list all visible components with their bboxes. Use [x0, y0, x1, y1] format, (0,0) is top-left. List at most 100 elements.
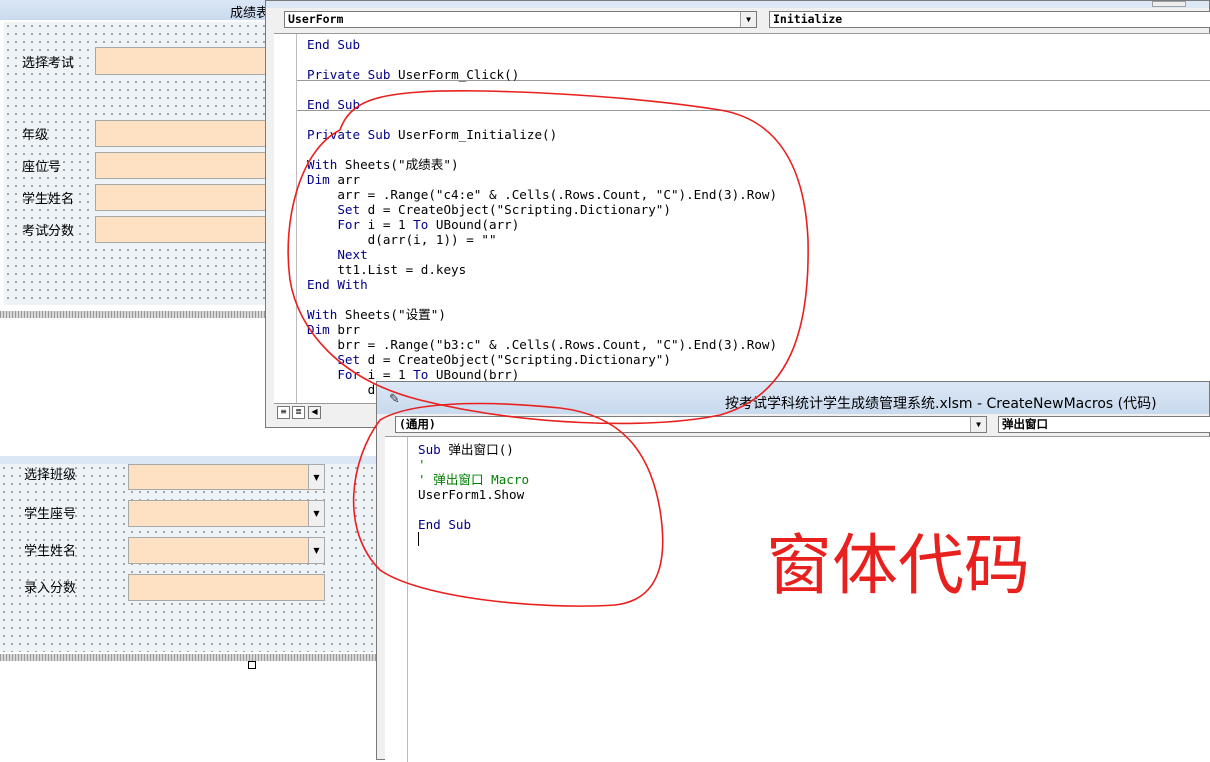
- userform-code-line: [307, 82, 777, 97]
- exam-score-textbox[interactable]: [95, 216, 270, 243]
- keyword-token: Set: [337, 202, 361, 217]
- annotation-text: 窗体代码: [766, 527, 1030, 604]
- keyword-token: To: [413, 217, 429, 232]
- userform-code-titlebar: [266, 1, 1209, 8]
- code-token: d(arr(i, 1)) = "": [307, 232, 497, 247]
- student-seat-label: 学生座号: [24, 507, 77, 522]
- userform-code-line: For i = 1 To UBound(arr): [307, 217, 777, 232]
- keyword-token: Set: [337, 352, 361, 367]
- code-token: d: [307, 382, 376, 397]
- procedure-view-icon[interactable]: ≡: [277, 406, 290, 419]
- keyword-token: For: [337, 367, 361, 382]
- userform-code-line: With Sheets("成绩表"): [307, 157, 777, 172]
- macro-code-line: End Sub: [418, 517, 529, 532]
- macro-code-line: [418, 502, 529, 517]
- userform-code-line: End Sub: [307, 97, 777, 112]
- userform-code-line: With Sheets("设置"): [307, 307, 777, 322]
- code-token: arr: [329, 172, 361, 187]
- student-name-label-2: 学生姓名: [24, 544, 77, 559]
- keyword-token: To: [413, 367, 429, 382]
- userform-code-line: End Sub: [307, 37, 777, 52]
- procedure-dropdown-macro[interactable]: 弹出窗口: [998, 416, 1210, 433]
- keyword-token: For: [337, 217, 361, 232]
- code-margin: [274, 34, 297, 404]
- select-class-combobox[interactable]: ▼: [128, 464, 325, 490]
- userform-code-line: Set d = CreateObject("Scripting.Dictiona…: [307, 352, 777, 367]
- scroll-left-icon[interactable]: ◀: [308, 406, 321, 419]
- seat-number-textbox[interactable]: [95, 152, 270, 179]
- userform-code-line: [307, 112, 777, 127]
- code-margin: [385, 437, 408, 762]
- code-token: Sheets("设置"): [337, 307, 446, 322]
- userform-code-line: Dim brr: [307, 322, 777, 337]
- code-token: i = 1: [360, 367, 414, 382]
- chevron-down-icon[interactable]: ▼: [740, 12, 756, 27]
- bottom-form-resize-handle[interactable]: [248, 661, 256, 669]
- code-token: i = 1: [360, 217, 414, 232]
- keyword-token: End Sub: [307, 97, 361, 112]
- userform-code-window: UserForm ▼ Initialize End Sub Private Su…: [265, 0, 1210, 428]
- userform-code-line: Private Sub UserForm_Initialize(): [307, 127, 777, 142]
- chevron-down-icon[interactable]: ▼: [308, 538, 324, 563]
- keyword-token: Sub: [418, 442, 441, 457]
- userform-code-text[interactable]: End Sub Private Sub UserForm_Click() End…: [307, 37, 777, 397]
- code-token: UserForm_Click(): [390, 67, 520, 82]
- userform-code-line: Set d = CreateObject("Scripting.Dictiona…: [307, 202, 777, 217]
- userform-code-line: [307, 292, 777, 307]
- keyword-token: End With: [307, 277, 368, 292]
- userform-code-line: Private Sub UserForm_Click(): [307, 67, 777, 82]
- chevron-down-icon[interactable]: ▼: [970, 417, 986, 432]
- procedure-dropdown-value: Initialize: [773, 12, 843, 26]
- grade-textbox[interactable]: [95, 120, 270, 147]
- macro-code-text[interactable]: Sub 弹出窗口() ' ' 弹出窗口 Macro UserForm1.Show En…: [418, 442, 529, 532]
- student-seat-combobox[interactable]: ▼: [128, 500, 325, 527]
- userform-code-line: [307, 142, 777, 157]
- procedure-dropdown-macro-value: 弹出窗口: [1002, 417, 1048, 431]
- enter-score-textbox[interactable]: [128, 574, 325, 601]
- select-class-label: 选择班级: [24, 468, 77, 483]
- object-dropdown-value: UserForm: [288, 12, 344, 26]
- student-name-combobox[interactable]: ▼: [128, 537, 325, 564]
- select-exam-combobox[interactable]: [95, 47, 270, 75]
- code-token: d = CreateObject("Scripting.Dictionary"): [360, 352, 671, 367]
- code-token: UserForm1.Show: [418, 487, 525, 502]
- userform-code-line: For i = 1 To UBound(brr): [307, 367, 777, 382]
- exam-score-label: 考试分数: [22, 224, 75, 239]
- student-name-textbox[interactable]: [95, 184, 270, 211]
- procedure-dropdown[interactable]: Initialize: [769, 11, 1210, 28]
- keyword-token: With: [307, 307, 338, 322]
- userform-code-line: Dim arr: [307, 172, 777, 187]
- macro-window-title: 按考试学科统计学生成绩管理系统.xlsm - CreateNewMacros (…: [725, 396, 1157, 412]
- bottom-form-resize-border[interactable]: [0, 654, 380, 661]
- userform-code-line: tt1.List = d.keys: [307, 262, 777, 277]
- userform-code-line: brr = .Range("b3:c" & .Cells(.Rows.Count…: [307, 337, 777, 352]
- top-userform: 成绩表 选择考试 年级 座位号 学生姓名 考试分数: [0, 0, 270, 318]
- keyword-token: End Sub: [307, 37, 361, 52]
- code-token: d = CreateObject("Scripting.Dictionary"): [360, 202, 671, 217]
- code-token: UBound(brr): [428, 367, 520, 382]
- top-form-resize-border[interactable]: [0, 311, 270, 318]
- code-token: UBound(arr): [428, 217, 520, 232]
- object-dropdown-general[interactable]: (通用) ▼: [395, 416, 987, 433]
- code-token: Sheets("成绩表"): [337, 157, 459, 172]
- keyword-token: With: [307, 157, 338, 172]
- object-dropdown-general-value: (通用): [399, 417, 436, 431]
- keyword-token: Private Sub: [307, 127, 391, 142]
- keyword-token: End Sub: [418, 517, 472, 532]
- chevron-down-icon[interactable]: ▼: [308, 501, 324, 526]
- code-editor[interactable]: End Sub Private Sub UserForm_Click() End…: [274, 33, 1210, 404]
- userform-code-line: Next: [307, 247, 777, 262]
- comment-token: ': [418, 457, 426, 472]
- keyword-token: Dim: [307, 322, 330, 337]
- chevron-down-icon[interactable]: ▼: [308, 465, 324, 489]
- code-token: 弹出窗口(): [440, 442, 514, 457]
- object-dropdown[interactable]: UserForm ▼: [284, 11, 757, 28]
- enter-score-label: 录入分数: [24, 581, 77, 596]
- student-name-label: 学生姓名: [22, 192, 75, 207]
- window-minimize-button[interactable]: [1152, 1, 1186, 7]
- full-module-view-icon[interactable]: ≣: [292, 406, 305, 419]
